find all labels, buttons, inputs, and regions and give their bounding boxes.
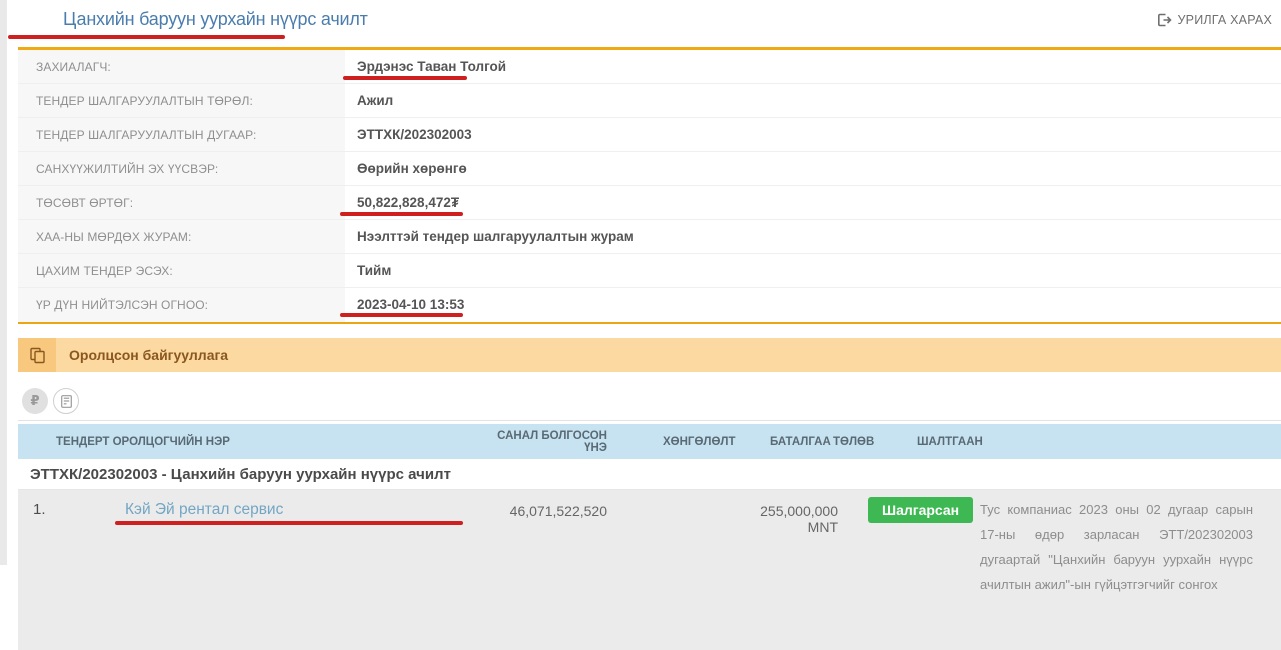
detail-label: ТЕНДЕР ШАЛГАРУУЛАЛТЫН ТӨРӨЛ: [18, 84, 345, 117]
detail-label: ҮР ДҮН НИЙТЭЛСЭН ОГНОО: [18, 288, 345, 322]
detail-row: ТЕНДЕР ШАЛГАРУУЛАЛТЫН ТӨРӨЛ: Ажил [18, 84, 1281, 118]
page-title: Цанхийн баруун уурхайн нүүрс ачилт [63, 9, 368, 30]
p-currency-icon: ₽ [30, 393, 39, 409]
detail-label: ТЕНДЕР ШАЛГАРУУЛАЛТЫН ДУГААР: [18, 118, 345, 151]
detail-value: ЭТТХК/202302003 [345, 118, 1281, 151]
detail-value: Ажил [345, 84, 1281, 117]
table-row: 1. Кэй Эй рентал сервис 46,071,522,520 2… [18, 490, 1281, 650]
red-underline-annotation [340, 313, 463, 317]
detail-row: ТЕНДЕР ШАЛГАРУУЛАЛТЫН ДУГААР: ЭТТХК/2023… [18, 118, 1281, 152]
calculator-button[interactable] [53, 388, 79, 414]
copy-icon [18, 338, 56, 372]
detail-label: ХАА-НЫ МӨРДӨХ ЖУРАМ: [18, 220, 345, 253]
detail-value: Өөрийн хөрөнгө [345, 152, 1281, 185]
col-header-reason: ШАЛТГААН [917, 436, 1281, 448]
col-header-guarantee: БАТАЛГАА [745, 436, 830, 448]
detail-row: САНХҮҮЖИЛТИЙН ЭХ ҮҮСВЭР: Өөрийн хөрөнгө [18, 152, 1281, 186]
detail-row: ТӨСӨВТ ӨРТӨГ: 50,822,828,472₮ [18, 186, 1281, 220]
reason-text: Тус компаниас 2023 оны 02 дугаар сарын 1… [980, 490, 1263, 597]
participant-name-link[interactable]: Кэй Эй рентал сервис [125, 501, 283, 519]
export-toolbar: ₽ [22, 388, 79, 414]
participants-table-header: ТЕНДЕРТ ОРОЛЦОГЧИЙН НЭР САНАЛ БОЛГОСОН Ү… [18, 424, 1281, 459]
detail-label: ЗАХИАЛАГЧ: [18, 50, 345, 83]
red-underline-annotation [115, 521, 463, 525]
detail-label: ТӨСӨВТ ӨРТӨГ: [18, 186, 345, 219]
status-badge: Шалгарсан [868, 497, 973, 523]
calculator-icon [61, 395, 72, 408]
detail-row: ЦАХИМ ТЕНДЕР ЭСЭХ: Тийм [18, 254, 1281, 288]
detail-value: Тийм [345, 254, 1281, 287]
detail-row: ҮР ДҮН НИЙТЭЛСЭН ОГНОО: 2023-04-10 13:53 [18, 288, 1281, 322]
row-number: 1. [33, 501, 125, 519]
red-underline-annotation [8, 35, 285, 39]
view-invitation-link[interactable]: УРИЛГА ХАРАХ [1157, 13, 1272, 27]
participants-section-header: Оролцсон байгууллага [18, 338, 1281, 372]
col-header-discount: ХӨНГӨЛӨЛТ [615, 436, 745, 448]
detail-row: ХАА-НЫ МӨРДӨХ ЖУРАМ: Нээлттэй тендер шал… [18, 220, 1281, 254]
participants-section-title: Оролцсон байгууллага [56, 338, 228, 372]
detail-value: Нээлттэй тендер шалгаруулалтын журам [345, 220, 1281, 253]
detail-label: ЦАХИМ ТЕНДЕР ЭСЭХ: [18, 254, 345, 287]
exit-icon [1157, 13, 1172, 27]
col-header-participant-name: ТЕНДЕРТ ОРОЛЦОГЧИЙН НЭР [18, 436, 490, 448]
red-underline-annotation [340, 212, 463, 216]
red-underline-annotation [343, 76, 467, 80]
p-currency-button[interactable]: ₽ [22, 388, 48, 414]
view-invitation-label: УРИЛГА ХАРАХ [1178, 13, 1272, 27]
col-header-offered-price: САНАЛ БОЛГОСОН ҮНЭ [490, 430, 615, 454]
tender-group-row: ЭТТХК/202302003 - Цанхийн баруун уурхайн… [18, 459, 1281, 490]
offered-price-value: 46,071,522,520 [490, 490, 615, 519]
detail-value: Эрдэнэс Таван Толгой [345, 50, 1281, 83]
guarantee-value: 255,000,000 MNT [740, 490, 840, 535]
page-edge-strip [0, 0, 7, 565]
detail-value: 2023-04-10 13:53 [345, 288, 1281, 322]
detail-label: САНХҮҮЖИЛТИЙН ЭХ ҮҮСВЭР: [18, 152, 345, 185]
participants-table: ТЕНДЕРТ ОРОЛЦОГЧИЙН НЭР САНАЛ БОЛГОСОН Ү… [18, 420, 1281, 650]
detail-value: 50,822,828,472₮ [345, 186, 1281, 219]
col-header-status: ТӨЛӨВ [830, 436, 917, 448]
tender-details-table: ЗАХИАЛАГЧ: Эрдэнэс Таван Толгой ТЕНДЕР Ш… [18, 47, 1281, 324]
detail-row: ЗАХИАЛАГЧ: Эрдэнэс Таван Толгой [18, 50, 1281, 84]
